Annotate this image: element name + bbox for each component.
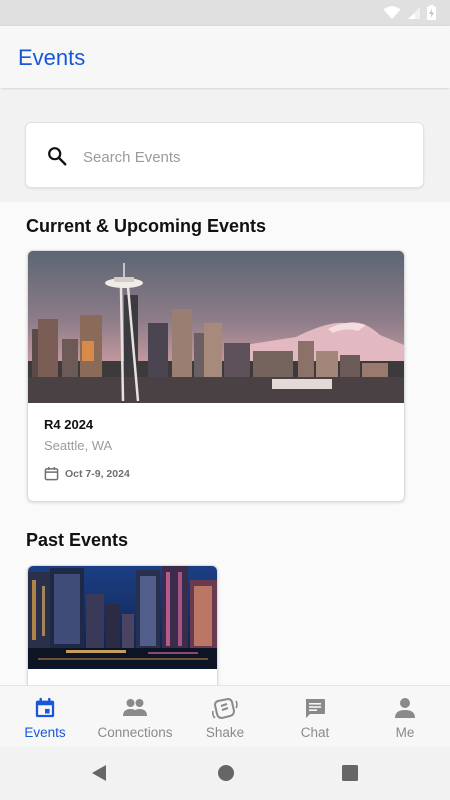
event-card[interactable]: R4 2024 Seattle, WA Oct 7-9, 2024 [27,250,405,502]
battery-icon [427,5,436,20]
search-section [0,90,450,202]
search-input[interactable] [81,143,405,171]
nav-item-me[interactable]: Me [360,686,450,748]
page-title: Events [18,45,86,70]
nav-item-chat[interactable]: Chat [270,686,360,748]
event-location: Seattle, WA [44,438,113,453]
nav-label-me: Me [395,725,415,740]
bottom-nav: Events Connections Shake Chat Me [0,685,450,748]
nav-item-shake[interactable]: Shake [180,686,270,748]
nav-item-connections[interactable]: Connections [90,686,180,748]
home-icon[interactable] [217,763,235,783]
nav-label-connections: Connections [97,725,173,740]
wifi-icon [383,5,401,19]
calendar-icon [44,466,59,481]
person-icon [395,698,415,718]
nav-label-events: Events [24,725,66,740]
search-box[interactable] [25,122,424,188]
system-nav-bar [0,747,450,800]
event-image-seattle [28,251,404,403]
shake-hand-icon [212,697,238,720]
event-name: R4 2024 [44,417,94,432]
search-icon [48,147,67,166]
people-icon [123,699,147,716]
calendar-icon [35,697,55,718]
signal-icon [408,6,420,19]
nav-label-chat: Chat [300,725,330,740]
current-events-heading: Current & Upcoming Events [26,216,267,236]
nav-item-events[interactable]: Events [0,686,90,748]
app-bar: Events [0,26,450,88]
event-date: Oct 7-9, 2024 [65,467,130,480]
chat-bubble-icon [306,699,325,718]
status-icons [383,5,436,20]
past-events-heading: Past Events [26,530,129,550]
recents-icon[interactable] [341,763,359,783]
event-date-row: Oct 7-9, 2024 [44,466,130,481]
back-icon[interactable] [90,763,108,783]
status-bar [0,0,450,26]
nav-label-shake: Shake [205,725,245,740]
event-image-chicago [28,566,217,669]
